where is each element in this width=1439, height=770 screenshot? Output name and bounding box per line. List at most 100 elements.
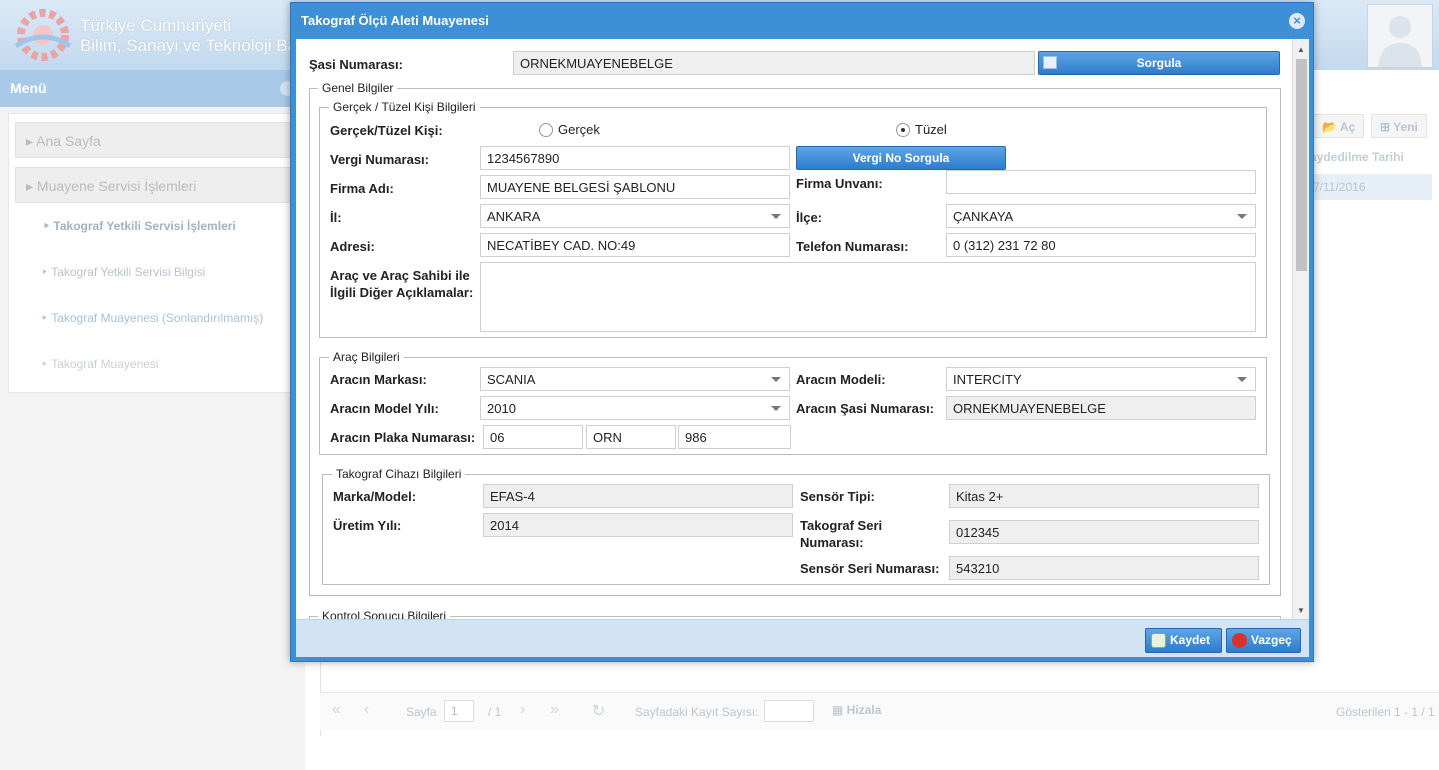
menu-section-inspection[interactable]: ▸ Muayene Servisi İşlemleri (15, 167, 295, 203)
dialog-footer: Kaydet Vazgeç (296, 619, 1309, 657)
model-label: Aracın Modeli: (796, 372, 886, 387)
cancel-label: Vazgeç (1251, 633, 1292, 647)
city-label: İl: (330, 210, 342, 225)
first-page-icon[interactable]: « (332, 701, 341, 719)
new-label: Yeni (1393, 120, 1418, 134)
menu-item-unfinished[interactable]: ‣ Takograf Muayenesi (Sonlandırılmamış) (41, 311, 263, 325)
close-icon[interactable]: × (1289, 13, 1305, 29)
plate-label: Aracın Plaka Numarası: (330, 430, 476, 445)
menu-header: Menü (0, 70, 305, 107)
address-input[interactable]: NECATİBEY CAD. NO:49 (480, 233, 790, 257)
person-legend: Gerçek / Tüzel Kişi Bilgileri (329, 100, 480, 114)
model-year-select[interactable]: 2010 (480, 396, 790, 420)
dialog-title: Takograf Ölçü Aleti Muayenesi (301, 13, 489, 28)
sensor-type-label: Sensör Tipi: (800, 489, 875, 504)
menu-panel: ▸ Ana Sayfa ▸ Muayene Servisi İşlemleri … (8, 113, 298, 393)
menu-item-service-info[interactable]: ‣ Takograf Yetkili Servisi Bilgisi (41, 265, 205, 279)
radio-legal-entity[interactable] (896, 123, 910, 137)
menu-item-label: Takograf Yetkili Servisi Bilgisi (51, 265, 206, 279)
menu-section-label: Muayene Servisi İşlemleri (36, 178, 197, 194)
district-select[interactable]: ÇANKAYA (946, 204, 1256, 228)
tachograph-legend: Takograf Cihazı Bilgileri (332, 467, 466, 481)
plate-city-input[interactable]: 06 (483, 425, 583, 449)
radio-legal-entity-label: Tüzel (915, 122, 947, 137)
refresh-icon[interactable]: ↻ (592, 701, 605, 721)
menu-section-label: Ana Sayfa (36, 133, 101, 149)
control-result-legend: Kontrol Sonucu Bilgileri (318, 609, 451, 619)
menu-section-home[interactable]: ▸ Ana Sayfa (15, 122, 295, 158)
vehicle-chassis-input[interactable]: ORNEKMUAYENEBELGE (946, 396, 1256, 420)
search-doc-icon (1043, 56, 1057, 69)
tacho-serial-input[interactable]: 012345 (949, 520, 1259, 544)
vehicle-chassis-label: Aracın Şasi Numarası: (796, 401, 935, 416)
person-type-label: Gerçek/Tüzel Kişi: (330, 123, 443, 138)
page-input[interactable]: 1 (444, 700, 474, 722)
tax-label: Vergi Numarası: (330, 152, 429, 167)
company-title-label: Firma Unvanı: (796, 176, 883, 191)
menu-subheader-label: Takograf Yetkili Servisi İşlemleri (53, 219, 236, 233)
company-title-input[interactable] (946, 170, 1256, 194)
per-page-select[interactable] (764, 700, 814, 722)
brand-label: Aracın Markası: (330, 372, 427, 387)
notes-textarea[interactable] (480, 262, 1256, 332)
production-year-input[interactable]: 2014 (483, 513, 793, 537)
menu-title: Menü (10, 80, 47, 96)
plate-number-input[interactable]: 986 (678, 425, 791, 449)
open-button[interactable]: 📂 Aç (1313, 114, 1365, 138)
menu-item-label: Takograf Muayenesi (51, 357, 159, 371)
plate-letters-input[interactable]: ORN (586, 425, 676, 449)
avatar[interactable] (1367, 4, 1433, 68)
scroll-down-icon[interactable]: ▼ (1297, 606, 1305, 615)
prev-page-icon[interactable]: ‹ (364, 701, 369, 719)
tacho-model-input[interactable]: EFAS-4 (483, 484, 793, 508)
dialog-scrollbar[interactable]: ▲ ▼ (1292, 39, 1309, 619)
pager: « ‹ Sayfa 1 / 1 › » ↻ Sayfadaki Kayıt Sa… (320, 692, 1439, 730)
new-button[interactable]: ⊞ Yeni (1371, 114, 1427, 138)
sensor-type-input[interactable]: Kitas 2+ (949, 484, 1259, 508)
chassis-input[interactable]: ORNEKMUAYENEBELGE (513, 51, 1035, 75)
tacho-model-label: Marka/Model: (333, 489, 417, 504)
save-icon (1151, 633, 1166, 648)
general-info-legend: Genel Bilgiler (318, 81, 398, 95)
city-select[interactable]: ANKARA (480, 204, 790, 228)
stop-hand-icon (1232, 633, 1247, 648)
model-year-label: Aracın Model Yılı: (330, 401, 439, 416)
dialog-body: Şasi Numarası: ORNEKMUAYENEBELGE Sorgula… (296, 39, 1309, 619)
tax-query-button[interactable]: Vergi No Sorgula (796, 146, 1006, 170)
save-button[interactable]: Kaydet (1145, 628, 1222, 653)
brand-select[interactable]: SCANIA (480, 367, 790, 391)
production-year-label: Üretim Yılı: (333, 518, 402, 533)
company-input[interactable]: MUAYENE BELGESİ ŞABLONU (480, 175, 790, 199)
chassis-label: Şasi Numarası: (309, 57, 403, 72)
model-select[interactable]: INTERCITY (946, 367, 1256, 391)
phone-label: Telefon Numarası: (796, 239, 909, 254)
notes-label: Araç ve Araç Sahibi ile İlgili Diğer Açı… (330, 268, 474, 300)
page-label: Sayfa (406, 705, 437, 719)
scroll-up-icon[interactable]: ▲ (1297, 45, 1305, 54)
scroll-thumb[interactable] (1296, 59, 1307, 271)
align-button[interactable]: ▦ Hizala (832, 703, 881, 717)
district-label: İlçe: (796, 210, 823, 225)
save-label: Kaydet (1170, 633, 1211, 647)
query-button-label: Sorgula (1136, 56, 1182, 70)
per-page-label: Sayfadaki Kayıt Sayısı: (635, 705, 759, 719)
table-cell-date[interactable]: 7/11/2016 (1305, 174, 1432, 200)
align-label: Hizala (846, 703, 882, 717)
tax-number-input[interactable]: 1234567890 (480, 146, 790, 170)
user-silhouette-icon (1378, 16, 1422, 67)
cancel-button[interactable]: Vazgeç (1226, 628, 1301, 653)
phone-input[interactable]: 0 (312) 231 72 80 (946, 233, 1256, 257)
menu-subheader[interactable]: ‣ Takograf Yetkili Servisi İşlemleri (43, 219, 236, 233)
last-page-icon[interactable]: » (550, 701, 559, 719)
query-button[interactable]: Sorgula (1038, 51, 1280, 75)
menu-item-label: Takograf Muayenesi (Sonlandırılmamış) (51, 311, 264, 325)
radio-real-person[interactable] (539, 123, 553, 137)
ministry-logo-icon (14, 9, 72, 61)
next-page-icon[interactable]: › (520, 701, 525, 719)
menu-item-inspection[interactable]: ‣ Takograf Muayenesi (41, 357, 159, 371)
sensor-serial-input[interactable]: 543210 (949, 556, 1259, 580)
address-label: Adresi: (330, 239, 375, 254)
company-label: Firma Adı: (330, 181, 394, 196)
column-header-date[interactable]: aydedilme Tarihi (1310, 150, 1404, 164)
radio-real-person-label: Gerçek (558, 122, 600, 137)
